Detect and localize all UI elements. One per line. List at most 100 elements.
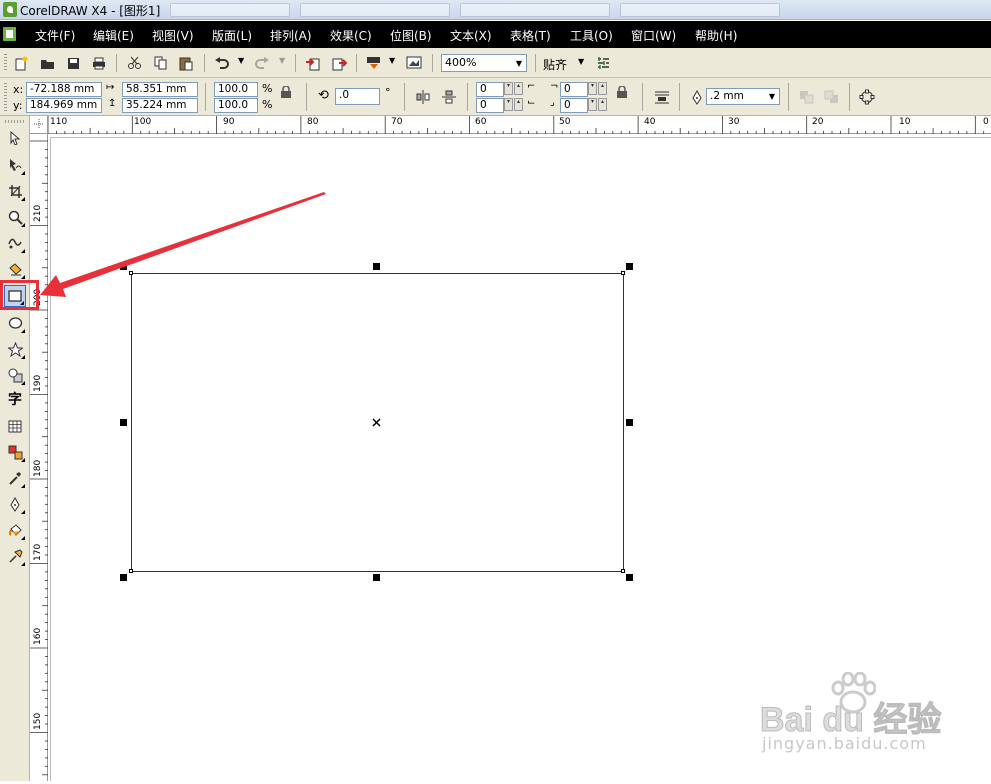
height-icon: ↥ — [108, 98, 117, 109]
polygon-tool-icon[interactable] — [4, 338, 26, 360]
ellipse-tool-icon[interactable] — [4, 312, 26, 334]
corner-tr-spin-up[interactable]: ▴ — [598, 82, 607, 95]
undo-icon[interactable] — [212, 53, 232, 73]
corner-br-spin-up[interactable]: ▴ — [598, 98, 607, 111]
copy-icon[interactable] — [150, 53, 170, 73]
corner-radius-tl-field[interactable]: 0 — [476, 82, 504, 97]
menu-effects[interactable]: 效果(C) — [330, 27, 372, 44]
lock-corners-icon[interactable] — [613, 83, 631, 101]
crop-tool-icon[interactable] — [4, 180, 26, 202]
snap-to-menu[interactable]: 贴齐 — [543, 56, 567, 73]
ruler-label: 150 — [33, 712, 43, 730]
to-back-icon[interactable] — [821, 87, 841, 107]
chevron-down-icon[interactable]: ▼ — [765, 89, 779, 104]
object-width-field[interactable]: 58.351 mm — [122, 82, 198, 97]
paste-icon[interactable] — [176, 53, 196, 73]
print-icon[interactable] — [89, 53, 109, 73]
corner-node[interactable] — [621, 271, 625, 275]
to-front-icon[interactable] — [796, 87, 816, 107]
menu-window[interactable]: 窗口(W) — [631, 27, 676, 44]
zoom-tool-icon[interactable] — [4, 206, 26, 228]
freehand-tool-icon[interactable] — [4, 232, 26, 254]
selection-handle-bottom[interactable] — [373, 574, 380, 581]
convert-to-curves-icon[interactable] — [857, 87, 877, 107]
menu-table[interactable]: 表格(T) — [510, 27, 551, 44]
outline-pen-tool-icon[interactable] — [4, 493, 26, 515]
horizontal-ruler[interactable]: 110 100 90 80 70 60 50 40 30 20 10 0 — [47, 116, 991, 134]
corner-radius-bl-field[interactable]: 0 — [476, 98, 504, 113]
menu-help[interactable]: 帮助(H) — [695, 27, 737, 44]
redo-icon[interactable] — [252, 53, 272, 73]
table-tool-icon[interactable] — [4, 415, 26, 437]
document-icon[interactable] — [3, 27, 16, 41]
scale-x-field[interactable]: 100.0 — [214, 82, 258, 97]
background-tab-ghost — [460, 3, 610, 17]
outline-pen-icon[interactable] — [687, 87, 707, 107]
ruler-origin[interactable] — [30, 116, 48, 134]
menu-edit[interactable]: 编辑(E) — [93, 27, 134, 44]
export-icon[interactable] — [329, 53, 349, 73]
interactive-blend-icon[interactable] — [4, 441, 26, 463]
corner-radius-br-field[interactable]: 0 — [560, 98, 588, 113]
save-icon[interactable] — [63, 53, 83, 73]
selection-handle-left[interactable] — [120, 419, 127, 426]
menu-bitmaps[interactable]: 位图(B) — [390, 27, 432, 44]
menu-text[interactable]: 文本(X) — [450, 27, 492, 44]
menu-layout[interactable]: 版面(L) — [212, 27, 252, 44]
text-tool-icon[interactable]: 字 — [4, 388, 26, 410]
menu-arrange[interactable]: 排列(A) — [270, 27, 312, 44]
wrap-text-icon[interactable] — [652, 87, 672, 107]
mirror-vertical-icon[interactable] — [439, 87, 459, 107]
selection-handle-top-right[interactable] — [626, 263, 633, 270]
corner-br-spin-down[interactable]: ▾ — [588, 98, 597, 111]
toolbar-grip[interactable] — [4, 83, 7, 111]
toolbox-grip[interactable] — [5, 120, 25, 123]
menu-view[interactable]: 视图(V) — [152, 27, 194, 44]
x-position-field[interactable]: -72.188 mm — [26, 82, 102, 97]
center-marker-icon[interactable] — [372, 418, 381, 427]
snap-dropdown-arrow[interactable]: ▼ — [578, 57, 584, 66]
menu-file[interactable]: 文件(F) — [35, 27, 75, 44]
app-launcher-dropdown[interactable]: ▼ — [389, 56, 395, 65]
corner-tl-spin-up[interactable]: ▴ — [514, 82, 523, 95]
app-launcher-icon[interactable] — [363, 53, 383, 73]
object-height-field[interactable]: 35.224 mm — [122, 98, 198, 113]
menu-tools[interactable]: 工具(O) — [570, 27, 613, 44]
selection-handle-bottom-right[interactable] — [626, 574, 633, 581]
import-icon[interactable] — [303, 53, 323, 73]
outline-width-combo[interactable]: .2 mm ▼ — [706, 88, 780, 105]
annotation-arrow-icon — [40, 192, 326, 297]
corner-radius-tr-field[interactable]: 0 — [560, 82, 588, 97]
rotation-angle-field[interactable]: .0 — [335, 88, 380, 105]
basic-shapes-icon[interactable] — [4, 364, 26, 386]
selection-handle-top[interactable] — [373, 263, 380, 270]
corner-tr-spin-down[interactable]: ▾ — [588, 82, 597, 95]
open-icon[interactable] — [37, 53, 57, 73]
corner-tl-spin-down[interactable]: ▾ — [504, 82, 513, 95]
cut-icon[interactable] — [124, 53, 144, 73]
corner-node[interactable] — [621, 569, 625, 573]
toolbar-grip[interactable] — [4, 54, 7, 72]
mirror-horizontal-icon[interactable] — [413, 87, 433, 107]
zoom-level-combo[interactable]: 400% ▼ — [441, 54, 527, 72]
selection-handle-bottom-left[interactable] — [120, 574, 127, 581]
shape-tool-icon[interactable] — [4, 154, 26, 176]
smart-fill-icon[interactable] — [4, 258, 26, 280]
new-icon[interactable] — [11, 53, 31, 73]
welcome-screen-icon[interactable] — [404, 53, 424, 73]
undo-dropdown-arrow[interactable]: ▼ — [238, 56, 244, 65]
corner-bl-spin-up[interactable]: ▴ — [514, 98, 523, 111]
y-position-field[interactable]: 184.969 mm — [26, 98, 102, 113]
eyedropper-icon[interactable] — [4, 467, 26, 489]
chevron-down-icon[interactable]: ▼ — [512, 55, 526, 71]
scale-y-field[interactable]: 100.0 — [214, 98, 258, 113]
corner-node[interactable] — [129, 569, 133, 573]
selection-handle-right[interactable] — [626, 419, 633, 426]
options-icon[interactable] — [593, 53, 613, 73]
fill-tool-icon[interactable] — [4, 519, 26, 541]
corner-bl-spin-down[interactable]: ▾ — [504, 98, 513, 111]
redo-dropdown-arrow[interactable]: ▼ — [279, 56, 285, 65]
interactive-fill-icon[interactable] — [4, 545, 26, 567]
lock-ratio-icon[interactable] — [277, 83, 295, 101]
pick-tool-icon[interactable] — [4, 127, 26, 149]
